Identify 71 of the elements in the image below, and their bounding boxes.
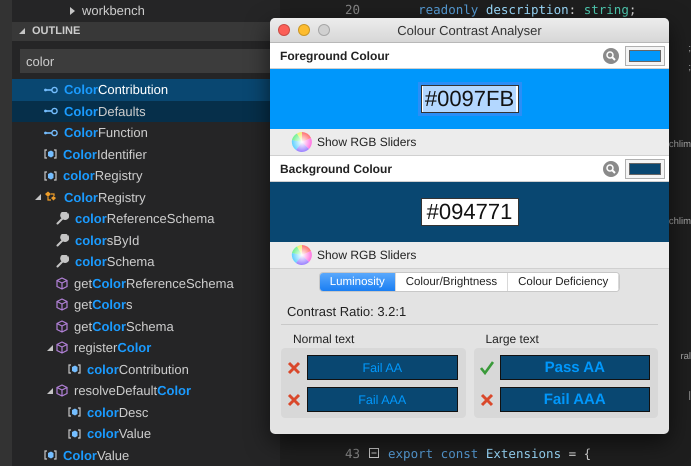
outline-item[interactable]: ColorIdentifier (12, 144, 280, 166)
class-icon (44, 191, 58, 204)
hex-field[interactable]: #094771 (420, 198, 518, 226)
outline-item[interactable]: colorValue (12, 423, 280, 445)
field-icon (44, 128, 58, 137)
result-label: Fail AA (307, 355, 458, 380)
outline-item[interactable]: getColorSchema (12, 316, 280, 338)
panel-title: Foreground Colour (280, 48, 390, 62)
color-wheel-icon[interactable] (291, 244, 313, 266)
cube-icon (56, 276, 68, 290)
variable-icon (44, 170, 57, 181)
group-title: Large text (484, 332, 540, 346)
wrench-icon (56, 255, 69, 268)
code-fragment: ; (688, 62, 691, 74)
window-title: Colour Contrast Analyser (397, 22, 542, 38)
result-label: Pass AA (500, 355, 650, 380)
sliders-toggle-label[interactable]: Show RGB Sliders (317, 135, 416, 149)
outline-item[interactable]: colorRegistry (12, 165, 280, 187)
color-swatch[interactable] (625, 158, 665, 178)
outline-item[interactable]: resolveDefaultColor (12, 380, 280, 402)
result-label: Fail AAA (307, 387, 458, 412)
outline-item[interactable]: colorContribution (12, 358, 280, 380)
twistie-icon[interactable] (34, 193, 42, 202)
result-label: Fail AAA (500, 387, 650, 412)
cube-icon (56, 384, 68, 398)
field-icon (44, 86, 58, 94)
color-wheel-icon[interactable] (291, 131, 313, 153)
contrast-ratio: Contrast Ratio: 3.2:1 (281, 292, 658, 325)
variable-icon (68, 428, 81, 439)
code-fragment: ral (680, 351, 691, 362)
outline-item[interactable]: colorDesc (12, 402, 280, 424)
wrench-icon (56, 234, 69, 247)
magnifier-icon[interactable] (603, 160, 619, 176)
twistie-icon[interactable] (46, 344, 54, 352)
code-line: export const Extensions = { (388, 446, 592, 461)
outline-item[interactable]: ColorValue (12, 444, 280, 466)
code-fragment: chlim (668, 139, 691, 150)
sliders-toggle-label[interactable]: Show RGB Sliders (317, 248, 416, 262)
variable-icon (44, 450, 57, 460)
variable-icon (68, 364, 81, 374)
variable-icon (44, 149, 57, 160)
twistie-icon[interactable] (68, 6, 76, 15)
outline-item[interactable]: colorReferenceSchema (12, 208, 280, 230)
group-title: Normal text (292, 332, 356, 346)
field-icon (44, 107, 58, 116)
panel-title: Background Colour (280, 162, 392, 176)
outline-item[interactable]: ColorFunction (12, 122, 280, 144)
twistie-icon[interactable] (18, 27, 26, 36)
outline-item[interactable]: ColorRegistry (12, 186, 280, 208)
outline-item[interactable]: colorSchema (12, 251, 280, 273)
twistie-icon[interactable] (46, 386, 54, 395)
cube-icon (56, 320, 68, 333)
tree-item-label[interactable]: workbench (82, 3, 145, 18)
cube-icon (56, 298, 68, 312)
magnifier-icon[interactable] (603, 48, 619, 64)
code-fragment: chlim (668, 216, 691, 228)
outline-item[interactable]: registerColor (12, 337, 280, 359)
cube-icon (56, 341, 68, 354)
code-fragment: | (688, 390, 691, 402)
wrench-icon (56, 212, 69, 226)
line-number: 20 (344, 2, 360, 18)
outline-item[interactable]: colorsById (12, 230, 280, 252)
variable-icon (68, 407, 81, 418)
color-swatch[interactable] (625, 46, 665, 66)
outline-item[interactable]: getColors (12, 294, 280, 316)
close-button[interactable] (278, 24, 290, 36)
fold-minus-icon[interactable] (369, 448, 379, 458)
line-number: 43 (344, 446, 360, 461)
outline-item[interactable]: getColorReferenceSchema (12, 272, 280, 294)
code-line: readonly description: string; (417, 2, 636, 18)
code-fragment: ; (688, 42, 691, 54)
